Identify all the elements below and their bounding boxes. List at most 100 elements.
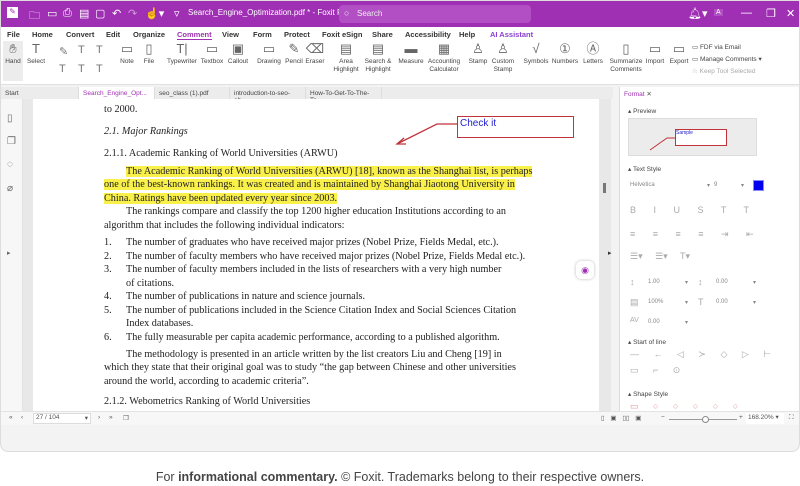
symbols-button[interactable]: √ Symbols xyxy=(523,41,549,66)
page-view-icon[interactable]: ❐ xyxy=(123,414,129,422)
area-highlight-button[interactable]: ▤ Area Highlight xyxy=(331,41,361,74)
strikeout-icon[interactable]: T xyxy=(59,63,66,75)
close-icon[interactable]: ✕ xyxy=(786,7,795,20)
textbox-button[interactable]: ▭ Textbox xyxy=(200,41,224,66)
menu-foxit-esign[interactable]: Foxit eSign xyxy=(322,30,362,39)
menu-organize[interactable]: Organize xyxy=(133,30,165,39)
tab-how-to[interactable]: How-To-Get-To-The-To... xyxy=(306,87,382,104)
squiggly-icon[interactable]: T xyxy=(96,44,103,56)
manage-comments-button[interactable]: ▭ Manage Comments ▾ xyxy=(692,56,762,64)
menu-ai-assistant[interactable]: AI Assistant xyxy=(490,30,533,39)
zoom-select[interactable]: 168.20% ▾ xyxy=(746,413,784,424)
highlight-icon[interactable]: ✎ xyxy=(59,45,68,58)
fdf-email-button[interactable]: ▭ FDF via Email xyxy=(692,44,741,52)
minimize-icon[interactable]: — xyxy=(741,7,752,19)
menu-convert[interactable]: Convert xyxy=(66,30,94,39)
scale-select[interactable]: 100% ▾ xyxy=(648,299,688,306)
line-start-icons-row2[interactable]: ▭ ⌐ ⊙ xyxy=(630,365,680,376)
expand-panel-icon[interactable]: ▸ xyxy=(608,249,612,257)
insert-text-icon[interactable]: T xyxy=(96,63,103,75)
highlighted-text[interactable]: The Academic Ranking of World Universiti… xyxy=(126,166,533,177)
typewriter-button[interactable]: T| Typewriter xyxy=(166,41,198,66)
tab-format[interactable]: Format ✕ xyxy=(620,87,664,99)
menu-help[interactable]: Help xyxy=(459,30,475,39)
preview-header[interactable]: ▴ Preview xyxy=(628,107,656,115)
tab-search-engine[interactable]: Search_Engine_Opt... ✕ xyxy=(79,87,155,105)
expand-sidebar-icon[interactable]: ▸ xyxy=(7,249,11,257)
callout-arrow[interactable] xyxy=(393,114,463,149)
callout-button[interactable]: ▣ Callout xyxy=(226,41,250,66)
close-panel-icon[interactable]: ✕ xyxy=(646,91,651,98)
summarize-comments-button[interactable]: ▯ Summarize Comments xyxy=(609,41,643,74)
note-button[interactable]: ▭ Note xyxy=(117,41,137,66)
text-format-icons[interactable]: B I U S T T xyxy=(630,205,749,215)
last-page-icon[interactable]: » xyxy=(109,414,113,421)
page-number-input[interactable]: 27 / 104 ▾ xyxy=(33,413,91,424)
eraser-button[interactable]: ⌫ Eraser xyxy=(305,41,325,66)
restore-icon[interactable]: ❐ xyxy=(766,7,776,20)
text-style-header[interactable]: ▴ Text Style xyxy=(628,165,661,173)
line-spacing-select[interactable]: 1.00 ▾ xyxy=(648,279,688,286)
zoom-in-icon[interactable]: + xyxy=(739,414,743,421)
custom-stamp-button[interactable]: ♙ Custom Stamp xyxy=(490,41,516,74)
tab-start[interactable]: Start xyxy=(1,87,79,99)
menu-accessibility[interactable]: Accessibility xyxy=(405,30,451,39)
callout-annotation[interactable]: Check it xyxy=(457,116,574,138)
drawing-button[interactable]: ▭ Drawing xyxy=(256,41,282,66)
pencil-button[interactable]: ✎ Pencil xyxy=(284,41,304,66)
customize-icon[interactable]: ▿ xyxy=(174,7,180,20)
letters-button[interactable]: Ⓐ Letters xyxy=(581,41,605,66)
new-icon[interactable]: ▢ xyxy=(95,7,105,20)
highlighted-text[interactable]: China. Ratings have been updated every y… xyxy=(104,193,338,204)
tab-introduction[interactable]: introduction-to-seo-eb... xyxy=(230,87,306,104)
export-button[interactable]: ▭ Export xyxy=(668,41,690,66)
undo-icon[interactable]: ↶ xyxy=(112,7,121,20)
select-button[interactable]: T Select xyxy=(25,41,47,66)
attachment-icon[interactable]: ⌀ xyxy=(7,183,13,194)
font-size-select[interactable]: 9 ▾ xyxy=(714,182,744,189)
search-highlight-button[interactable]: ▤ Search & Highlight xyxy=(363,41,393,74)
import-button[interactable]: ▭ Import xyxy=(644,41,666,66)
menu-comment[interactable]: Comment xyxy=(177,30,212,40)
menu-view[interactable]: View xyxy=(222,30,239,39)
vertical-scrollbar[interactable] xyxy=(603,183,606,193)
bell-icon[interactable]: 🔔︎▾ xyxy=(688,7,708,20)
underline-icon[interactable]: T xyxy=(78,44,85,56)
font-select[interactable]: Helvetica ▾ xyxy=(630,182,710,189)
tab-seo-class[interactable]: seo_class (1).pdf xyxy=(155,87,230,99)
paragraph-spacing-select[interactable]: 0.00 ▾ xyxy=(716,279,756,286)
menu-form[interactable]: Form xyxy=(253,30,272,39)
fullscreen-icon[interactable]: ⛶ xyxy=(789,414,794,422)
menu-protect[interactable]: Protect xyxy=(284,30,310,39)
replace-text-icon[interactable]: T xyxy=(78,63,85,75)
start-of-line-header[interactable]: ▴ Start of line xyxy=(628,338,666,346)
line-start-icons[interactable]: — ← ◁ ≻ ◇ ▷ ⊢ xyxy=(630,349,771,360)
search-input[interactable]: ○ Search xyxy=(339,5,531,23)
alignment-icons[interactable]: ≡ ≡ ≡ ≡ ⇥ ⇤ xyxy=(630,229,754,240)
export-icon[interactable]: ▤ xyxy=(79,7,89,20)
menu-share[interactable]: Share xyxy=(372,30,393,39)
numbers-button[interactable]: ① Numbers xyxy=(551,41,579,66)
menu-home[interactable]: Home xyxy=(32,30,53,39)
char-spacing-select[interactable]: 0.00 ▾ xyxy=(648,319,688,326)
menu-edit[interactable]: Edit xyxy=(106,30,120,39)
list-icons[interactable]: ☰▾ ☰▾ T▾ xyxy=(630,251,690,262)
font-color-swatch[interactable] xyxy=(753,180,764,191)
first-page-icon[interactable]: « xyxy=(9,414,13,421)
open-icon[interactable]: 🗀 xyxy=(29,7,40,26)
accounting-calculator-button[interactable]: ▦ Accounting Calculator xyxy=(426,41,462,74)
zoom-slider[interactable] xyxy=(669,416,737,423)
measure-button[interactable]: ▬ Measure xyxy=(398,41,424,66)
ai-assistant-float-icon[interactable]: ◉ xyxy=(576,261,594,279)
keep-tool-selected-button[interactable]: ☆ Keep Tool Selected xyxy=(692,68,756,76)
shape-style-header[interactable]: ▴ Shape Style xyxy=(628,390,668,398)
avatar[interactable]: A xyxy=(714,9,723,16)
redo-icon[interactable]: ↷ xyxy=(128,7,137,20)
pages-icon[interactable]: ❐ xyxy=(7,136,16,147)
stamp-button[interactable]: ♙ Stamp xyxy=(467,41,489,66)
indent-select[interactable]: 0.00 ▾ xyxy=(716,299,756,306)
comments-icon[interactable]: ◌ xyxy=(7,159,13,170)
hand-button[interactable]: ✋︎ Hand xyxy=(3,41,23,81)
page-layout-icons[interactable]: ▯ ▣ ▯▯ ▣ xyxy=(601,414,641,422)
hand-tool-icon[interactable]: ☝▾ xyxy=(145,7,164,20)
